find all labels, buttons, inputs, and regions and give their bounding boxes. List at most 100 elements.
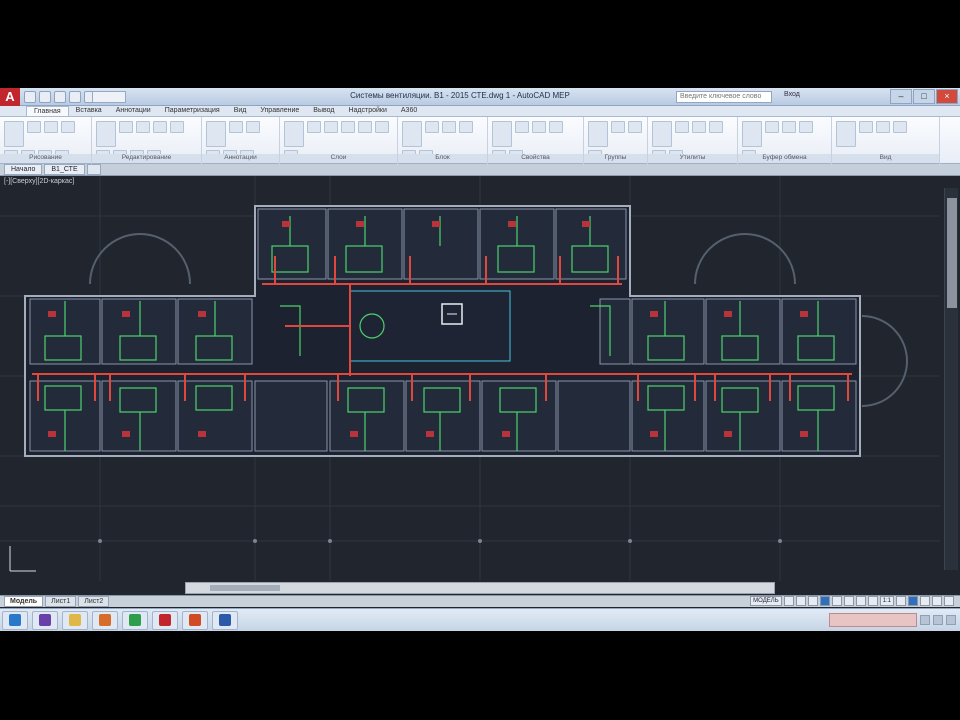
otrack-icon[interactable] xyxy=(843,596,854,606)
ribbon-tool-button[interactable] xyxy=(549,121,563,133)
ribbon-tool-button[interactable] xyxy=(876,121,890,133)
ribbon-tool-button[interactable] xyxy=(836,121,856,147)
ribbon-tool-button[interactable] xyxy=(153,121,167,133)
grid-icon[interactable] xyxy=(783,596,794,606)
powerpoint-icon[interactable] xyxy=(182,610,208,630)
annotation-scale[interactable]: 1:1 xyxy=(879,596,894,606)
ribbon-tool-button[interactable] xyxy=(442,121,456,133)
scroll-thumb[interactable] xyxy=(947,198,957,308)
file-tab[interactable]: В1_СТЕ xyxy=(44,164,85,175)
layout-tab[interactable]: Лист2 xyxy=(78,596,110,607)
app-icon[interactable] xyxy=(92,610,118,630)
ribbon-tab[interactable]: A360 xyxy=(394,106,424,116)
isolate-icon[interactable] xyxy=(908,596,918,606)
ribbon-tool-button[interactable] xyxy=(532,121,546,133)
volume-icon[interactable] xyxy=(933,614,943,625)
close-icon[interactable]: × xyxy=(936,89,958,104)
scroll-thumb[interactable] xyxy=(210,585,280,591)
ribbon-tool-button[interactable] xyxy=(611,121,625,133)
ribbon-tool-button[interactable] xyxy=(27,121,41,133)
visual-studio-icon[interactable] xyxy=(32,610,58,630)
ribbon-tab[interactable]: Вывод xyxy=(306,106,341,116)
snap-icon[interactable] xyxy=(795,596,806,606)
ribbon-tab[interactable]: Главная xyxy=(26,106,69,116)
layout-tab[interactable]: Модель xyxy=(4,596,44,607)
ribbon-tool-button[interactable] xyxy=(782,121,796,133)
search-input[interactable]: Введите ключевое слово xyxy=(676,91,772,103)
ribbon-panel-title[interactable]: Слои xyxy=(280,154,397,163)
ribbon-tool-button[interactable] xyxy=(170,121,184,133)
clean-screen-icon[interactable] xyxy=(932,596,942,606)
ribbon-panel-title[interactable]: Буфер обмена xyxy=(738,154,831,163)
ribbon-tool-button[interactable] xyxy=(4,121,24,147)
ribbon-tool-button[interactable] xyxy=(859,121,873,133)
ribbon-tool-button[interactable] xyxy=(492,121,512,147)
minimize-icon[interactable]: – xyxy=(890,89,912,104)
ribbon-panel-title[interactable]: Утилиты xyxy=(648,154,737,163)
ribbon-tool-button[interactable] xyxy=(375,121,389,133)
ribbon-tool-button[interactable] xyxy=(459,121,473,133)
vertical-scrollbar[interactable] xyxy=(944,188,958,570)
osnap-icon[interactable] xyxy=(831,596,842,606)
ribbon-tool-button[interactable] xyxy=(652,121,672,147)
ribbon-panel-title[interactable]: Аннотации xyxy=(202,154,279,163)
ribbon-panel-title[interactable]: Рисование xyxy=(0,154,91,163)
ribbon-tool-button[interactable] xyxy=(324,121,338,133)
workspace-icon[interactable] xyxy=(896,596,906,606)
ribbon-tool-button[interactable] xyxy=(136,121,150,133)
ribbon-tool-button[interactable] xyxy=(284,121,304,147)
ribbon-panel-title[interactable]: Вид xyxy=(832,154,939,163)
signin-button[interactable]: Вход xyxy=(784,91,800,98)
ribbon-tool-button[interactable] xyxy=(358,121,372,133)
network-icon[interactable] xyxy=(920,614,930,625)
hardware-acceleration-icon[interactable] xyxy=(920,596,930,606)
maximize-icon[interactable]: □ xyxy=(913,89,935,104)
ribbon-tab[interactable]: Управление xyxy=(253,106,306,116)
ribbon-tool-button[interactable] xyxy=(709,121,723,133)
model-space-button[interactable]: МОДЕЛЬ xyxy=(750,596,782,606)
ribbon-tool-button[interactable] xyxy=(61,121,75,133)
ribbon-tool-button[interactable] xyxy=(893,121,907,133)
undo-icon[interactable] xyxy=(69,91,81,103)
ribbon-tool-button[interactable] xyxy=(341,121,355,133)
viewport-controls[interactable]: [-][Сверху][2D-каркас] xyxy=(4,178,74,185)
customize-icon[interactable] xyxy=(944,596,954,606)
notification-area[interactable] xyxy=(829,612,917,627)
ribbon-tab[interactable]: Аннотации xyxy=(109,106,158,116)
language-icon[interactable] xyxy=(946,614,956,625)
ribbon-tool-button[interactable] xyxy=(307,121,321,133)
open-icon[interactable] xyxy=(39,91,51,103)
layout-tab[interactable]: Лист1 xyxy=(45,596,77,607)
ribbon-tab[interactable]: Вид xyxy=(227,106,254,116)
ribbon-tool-button[interactable] xyxy=(119,121,133,133)
ribbon-tool-button[interactable] xyxy=(96,121,116,147)
transparency-icon[interactable] xyxy=(867,596,878,606)
word-icon[interactable] xyxy=(212,610,238,630)
ribbon-tab[interactable]: Вставка xyxy=(69,106,109,116)
ribbon-tab[interactable]: Надстройки xyxy=(341,106,393,116)
ribbon-tool-button[interactable] xyxy=(229,121,243,133)
workspace-dropdown[interactable] xyxy=(92,91,126,103)
ribbon-tool-button[interactable] xyxy=(765,121,779,133)
ribbon-tool-button[interactable] xyxy=(692,121,706,133)
windows-icon[interactable] xyxy=(2,610,28,630)
horizontal-scrollbar[interactable] xyxy=(185,582,775,594)
ribbon-tool-button[interactable] xyxy=(628,121,642,133)
ribbon-panel-title[interactable]: Блок xyxy=(398,154,487,163)
ribbon-tab[interactable]: Параметризация xyxy=(158,106,227,116)
folder-icon[interactable] xyxy=(62,610,88,630)
drawing-canvas[interactable]: [-][Сверху][2D-каркас] xyxy=(0,176,960,581)
lineweight-icon[interactable] xyxy=(855,596,866,606)
autocad-icon[interactable] xyxy=(152,610,178,630)
save-icon[interactable] xyxy=(54,91,66,103)
ribbon-tool-button[interactable] xyxy=(742,121,762,147)
ribbon-tool-button[interactable] xyxy=(246,121,260,133)
new-tab-icon[interactable] xyxy=(86,164,101,175)
ribbon-tool-button[interactable] xyxy=(799,121,813,133)
file-tab[interactable]: Начало xyxy=(4,164,43,175)
ribbon-tool-button[interactable] xyxy=(206,121,226,147)
polar-icon[interactable] xyxy=(819,596,830,606)
new-icon[interactable] xyxy=(24,91,36,103)
ribbon-tool-button[interactable] xyxy=(515,121,529,133)
ortho-icon[interactable] xyxy=(807,596,818,606)
